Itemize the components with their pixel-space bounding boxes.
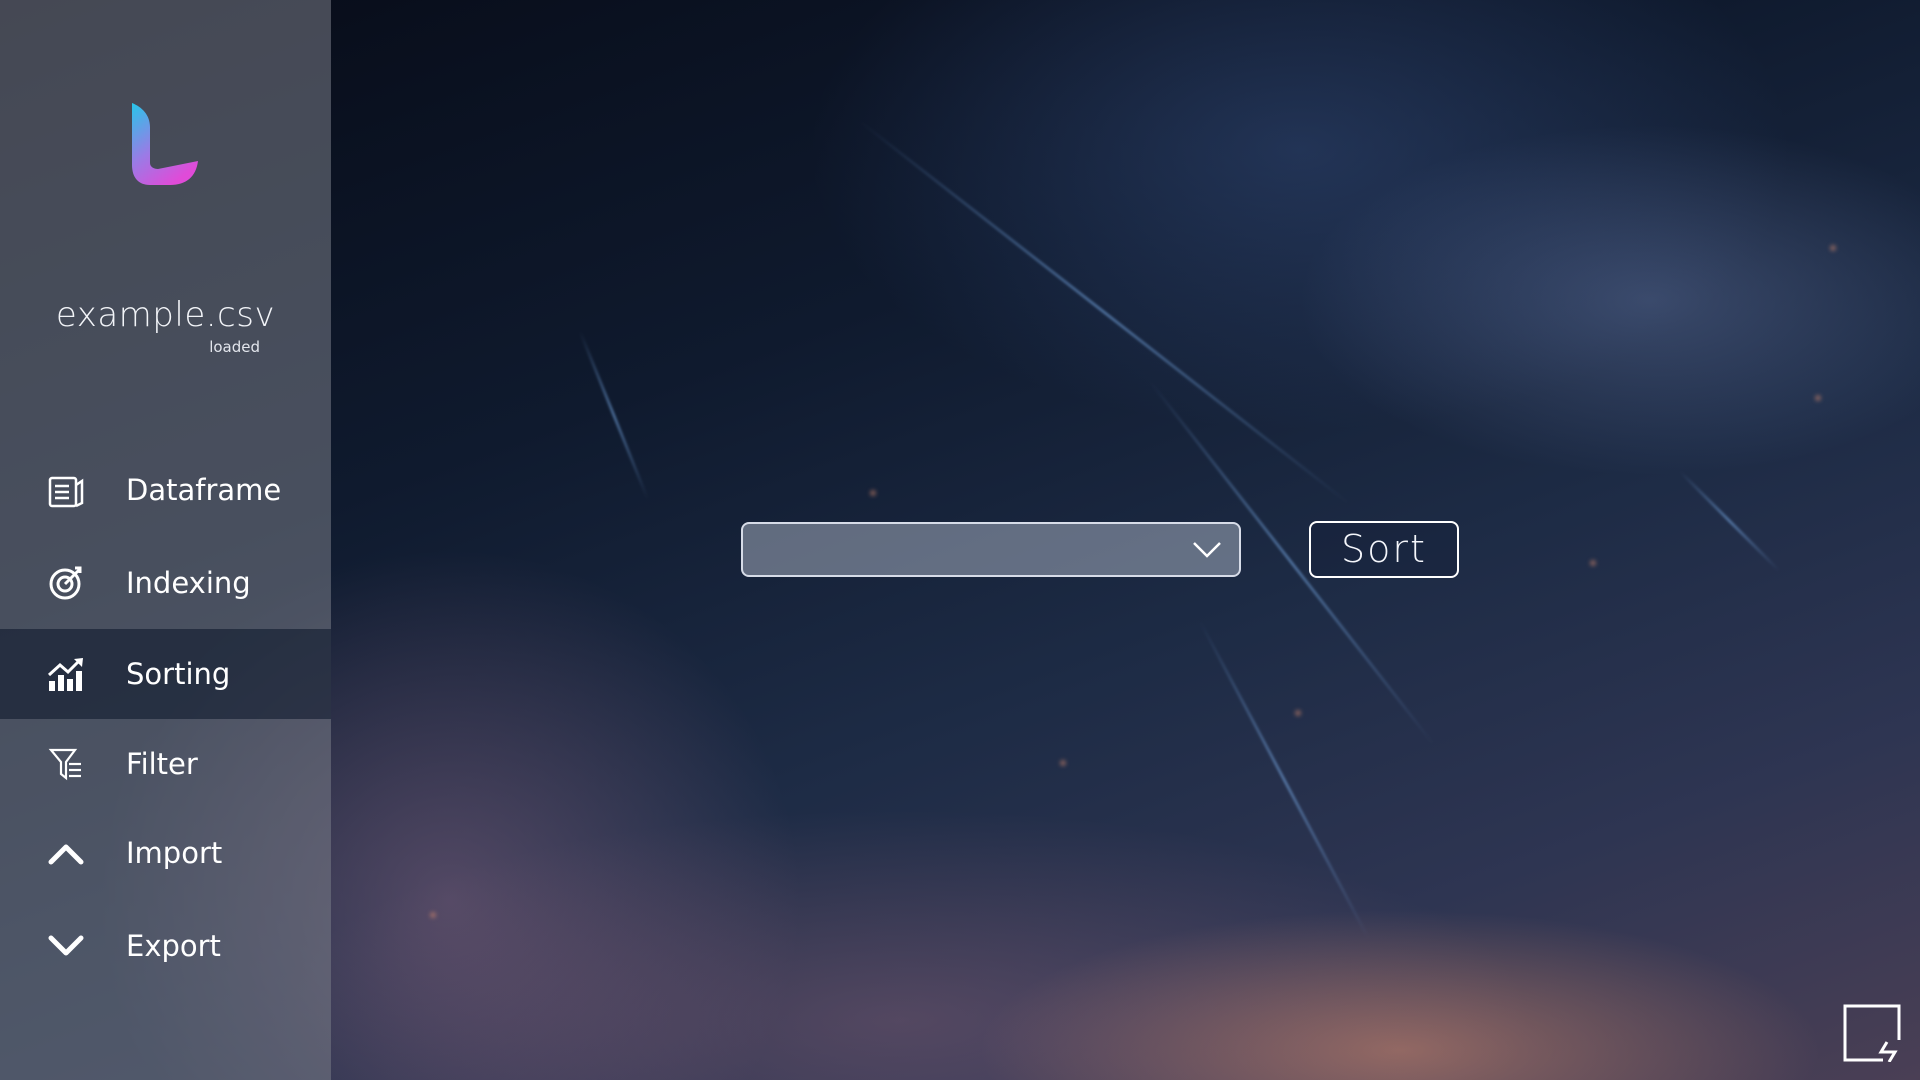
file-status: loaded <box>209 338 260 356</box>
app-logo <box>132 103 198 185</box>
swap-window-icon[interactable] <box>1843 1004 1901 1062</box>
nav-item-filter[interactable]: Filter <box>0 719 331 809</box>
nav-label: Indexing <box>126 566 251 600</box>
nav-label: Export <box>126 929 221 963</box>
nav-label: Dataframe <box>126 473 282 507</box>
background-star <box>1295 710 1301 716</box>
background-streak <box>1678 470 1781 572</box>
chart-up-icon <box>46 654 86 694</box>
background-star <box>430 912 436 918</box>
sort-controls: Sort <box>741 521 1459 578</box>
chevron-down-icon <box>46 926 86 966</box>
background-star <box>1830 245 1836 251</box>
sort-column-dropdown[interactable] <box>741 522 1241 577</box>
background-star <box>1060 760 1066 766</box>
chevron-up-icon <box>46 833 86 873</box>
background-streak <box>1198 620 1371 941</box>
target-icon <box>46 563 86 603</box>
filter-icon <box>46 744 86 784</box>
sort-button[interactable]: Sort <box>1309 521 1459 578</box>
background-streak <box>859 120 1350 505</box>
background-streak <box>578 330 649 499</box>
chevron-down-icon <box>1193 542 1221 558</box>
nav-item-export[interactable]: Export <box>0 901 331 991</box>
sidebar: example.csv loaded Dataframe Indexing So… <box>0 0 331 1080</box>
dataframe-icon <box>46 470 86 510</box>
nav-label: Filter <box>126 747 198 781</box>
file-name: example.csv <box>55 295 276 335</box>
background-star <box>870 490 876 496</box>
nav-item-sorting[interactable]: Sorting <box>0 629 331 719</box>
nav-label: Sorting <box>126 657 231 691</box>
app-window: example.csv loaded Dataframe Indexing So… <box>0 0 1920 1080</box>
nav-item-import[interactable]: Import <box>0 808 331 898</box>
background-star <box>1815 395 1821 401</box>
nav-label: Import <box>126 836 223 870</box>
nav-item-dataframe[interactable]: Dataframe <box>0 445 331 535</box>
background-star <box>1590 560 1596 566</box>
nav-item-indexing[interactable]: Indexing <box>0 538 331 628</box>
